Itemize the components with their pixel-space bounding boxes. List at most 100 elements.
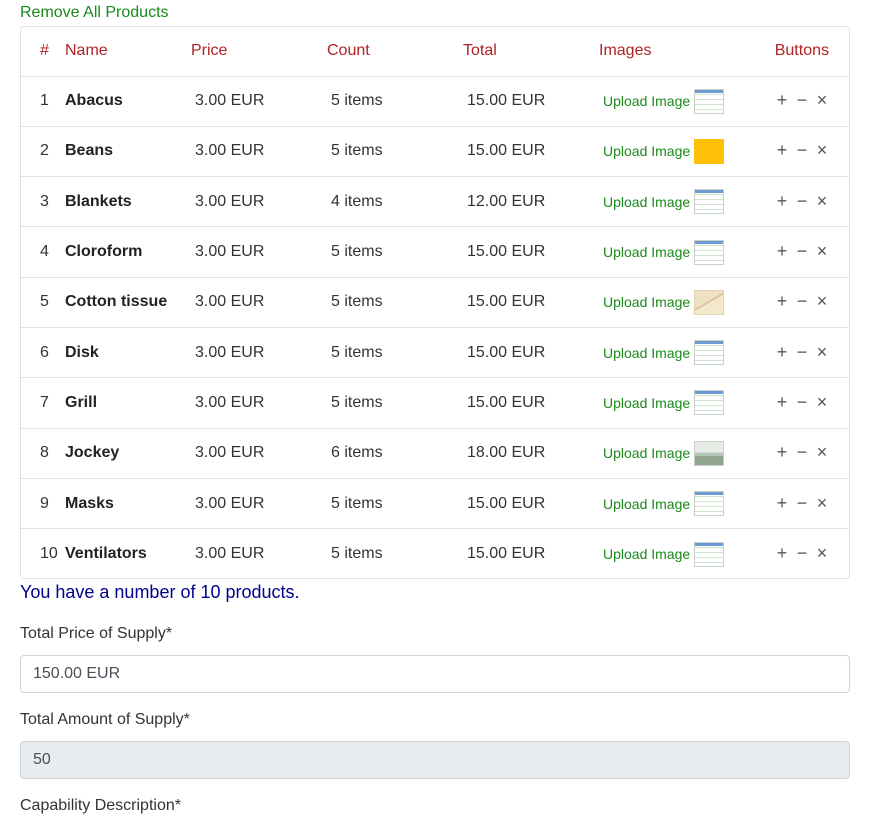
product-total: 15.00 EUR [467,545,546,563]
header-num: # [21,27,65,77]
row-actions-cell: + − × [769,176,849,228]
product-thumbnail[interactable] [694,289,725,315]
product-count: 5 items [327,277,463,328]
upload-image-link[interactable]: Upload Image [603,194,690,210]
plus-icon[interactable]: + [775,242,789,260]
upload-image-link[interactable]: Upload Image [603,496,690,512]
remove-all-products-link[interactable]: Remove All Products [20,4,169,22]
row-actions-cell: + − × [769,277,849,328]
product-images-cell: Upload Image [599,277,769,328]
header-buttons: Buttons [769,27,849,77]
upload-image-link[interactable]: Upload Image [603,395,690,411]
product-count: 6 items [327,428,463,479]
minus-icon[interactable]: − [795,544,809,562]
table-row: 2 Beans 3.00 EUR 5 items 15.00 EUR Upload Ima… [21,126,849,178]
product-price: 3.00 EUR [191,327,327,379]
plus-icon[interactable]: + [775,141,789,159]
product-count: 5 items [327,478,463,530]
minus-icon[interactable]: − [795,242,809,260]
product-name: Grill [65,377,191,429]
header-price: Price [191,27,327,77]
upload-image-link[interactable]: Upload Image [603,143,690,159]
upload-image-link[interactable]: Upload Image [603,345,690,361]
product-thumbnail[interactable] [694,440,725,466]
product-thumbnail[interactable] [694,189,725,215]
row-actions-cell: + − × [769,428,849,479]
row-actions-cell: + − × [769,377,849,429]
close-icon[interactable]: × [815,91,829,109]
minus-icon[interactable]: − [795,91,809,109]
product-price: 3.00 EUR [191,176,327,228]
product-price: 3.00 EUR [191,478,327,530]
close-icon[interactable]: × [815,343,829,361]
product-name: Cotton tissue [65,277,191,328]
plus-icon[interactable]: + [775,192,789,210]
plus-icon[interactable]: + [775,544,789,562]
upload-image-link[interactable]: Upload Image [603,93,690,109]
product-price: 3.00 EUR [191,377,327,429]
product-total: 18.00 EUR [463,428,599,479]
product-total: 15.00 EUR [463,377,599,429]
close-icon[interactable]: × [815,393,829,411]
product-price: 3.00 EUR [191,76,327,127]
product-total: 15.00 EUR [463,76,599,127]
table-row: 8 Jockey 3.00 EUR 6 items 18.00 EUR Upload Im… [21,428,849,479]
capability-description-label: Capability Description* [20,797,181,814]
plus-icon[interactable]: + [775,343,789,361]
product-thumbnail[interactable] [694,340,725,366]
product-thumbnail[interactable] [694,541,725,567]
plus-icon[interactable]: + [775,393,789,411]
product-images-cell: Upload Image [599,176,769,228]
product-name: Masks [65,478,191,530]
minus-icon[interactable]: − [795,292,809,310]
close-icon[interactable]: × [815,141,829,159]
upload-image-link[interactable]: Upload Image [603,244,690,260]
product-name: Beans [65,126,191,178]
total-amount-field[interactable] [20,741,850,779]
table-row: 1 Abacus 3.00 EUR 5 items 15.00 EUR Upload Im… [21,76,849,127]
table-row: 6 Disk 3.00 EUR 5 items 15.00 EUR Upload Imag… [21,327,849,379]
close-icon[interactable]: × [815,443,829,461]
products-table: # Name Price Count Total Images Buttons … [21,27,849,578]
product-thumbnail[interactable] [694,239,725,265]
close-icon[interactable]: × [815,292,829,310]
minus-icon[interactable]: − [795,192,809,210]
product-thumbnail[interactable] [694,491,725,517]
product-images-cell: Upload Image [599,226,769,278]
total-price-field[interactable] [20,655,850,693]
product-thumbnail[interactable] [694,138,725,164]
close-icon[interactable]: × [815,192,829,210]
product-count: 5 items [327,126,463,178]
product-count: 5 items [327,226,463,278]
table-row: 9 Masks 3.00 EUR 5 items 15.00 EUR Upload Ima… [21,478,849,530]
products-table-container: # Name Price Count Total Images Buttons … [20,26,850,579]
product-thumbnail[interactable] [694,88,725,114]
product-price: 3.00 EUR [191,277,327,328]
row-number: 9 [21,478,65,530]
close-icon[interactable]: × [815,544,829,562]
upload-image-link[interactable]: Upload Image [603,546,690,562]
plus-icon[interactable]: + [775,494,789,512]
product-price: 3.00 EUR [195,545,265,563]
upload-image-link[interactable]: Upload Image [603,445,690,461]
product-thumbnail[interactable] [694,390,725,416]
close-icon[interactable]: × [815,494,829,512]
product-count: 5 items [327,327,463,379]
minus-icon[interactable]: − [795,343,809,361]
product-total: 15.00 EUR [463,226,599,278]
product-name: Disk [65,327,191,379]
table-row: 3 Blankets 3.00 EUR 4 items 12.00 EUR Upload … [21,176,849,228]
plus-icon[interactable]: + [775,91,789,109]
plus-icon[interactable]: + [775,292,789,310]
header-images: Images [599,27,769,77]
product-images-cell: Upload Image [599,529,769,578]
close-icon[interactable]: × [815,242,829,260]
product-images-cell: Upload Image [599,126,769,178]
minus-icon[interactable]: − [795,393,809,411]
minus-icon[interactable]: − [795,141,809,159]
minus-icon[interactable]: − [795,443,809,461]
minus-icon[interactable]: − [795,494,809,512]
product-price: 3.00 EUR [191,428,327,479]
plus-icon[interactable]: + [775,443,789,461]
upload-image-link[interactable]: Upload Image [603,294,690,310]
